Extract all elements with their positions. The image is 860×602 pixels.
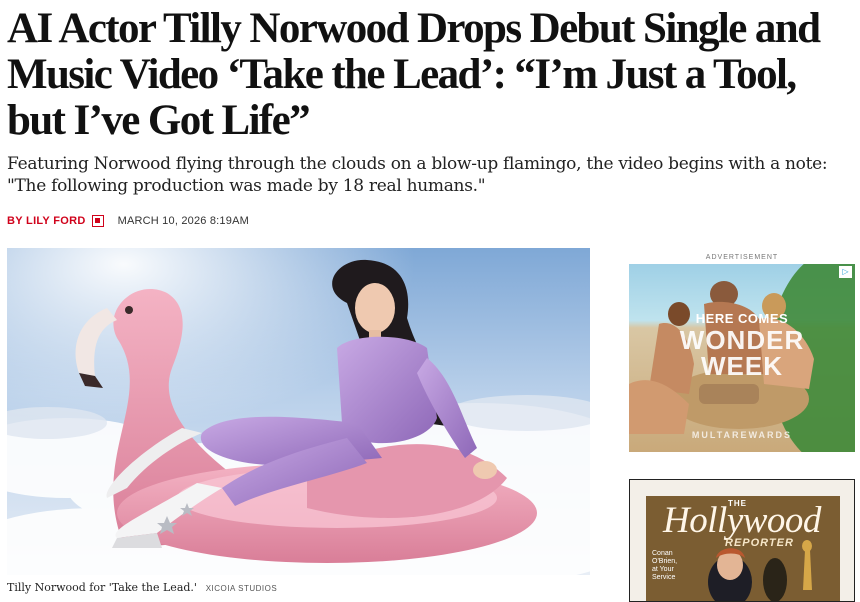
ad-title-line1: WONDER — [679, 325, 805, 355]
ad-brand: MULTAREWARDS — [691, 430, 793, 440]
ad-kicker: HERE COMES — [695, 311, 789, 326]
ad-banner-wonder-week[interactable]: ▷ HERE COMES WONDER WEEK MULTAREWARDS — [629, 264, 855, 452]
advertisement-label: ADVERTISEMENT — [705, 254, 779, 261]
author-link[interactable]: LILY FORD — [26, 215, 86, 227]
cover-line: Conan — [652, 550, 673, 557]
image-credit: XICOIA STUDIOS — [205, 584, 278, 593]
magazine-subtitle: REPORTER — [725, 537, 794, 549]
cover-line: at Your — [652, 566, 674, 573]
ad-title-line2: WEEK — [701, 351, 783, 381]
hero-illustration — [7, 248, 590, 575]
byline-prefix: BY — [7, 215, 23, 227]
byline: BY LILY FORD — [7, 215, 86, 227]
magazine-cover-lines: Conan O'Brien, at Your Service — [652, 550, 677, 582]
author-badge-icon[interactable] — [91, 215, 104, 227]
article-headline: AI Actor Tilly Norwood Drops Debut Singl… — [7, 5, 821, 144]
article-dek: Featuring Norwood flying through the clo… — [7, 154, 828, 196]
hero-image[interactable] — [7, 248, 590, 575]
magazine-title: Hollywood — [663, 500, 821, 541]
cover-line: Service — [652, 574, 676, 581]
byline-row: BY LILY FORD MARCH 10, 2026 8:19AM — [7, 212, 249, 230]
publish-date: MARCH 10, 2026 8:19AM — [117, 215, 249, 227]
image-caption: Tilly Norwood for 'Take the Lead.' — [7, 581, 197, 594]
cover-line: O'Brien, — [652, 558, 678, 565]
ad-choices-icon[interactable]: ▷ — [839, 266, 852, 278]
caption-row: Tilly Norwood for 'Take the Lead.' XICOI… — [7, 581, 277, 594]
magazine-promo[interactable]: THE Hollywood REPORTER Conan O'Brien, at… — [629, 479, 855, 602]
